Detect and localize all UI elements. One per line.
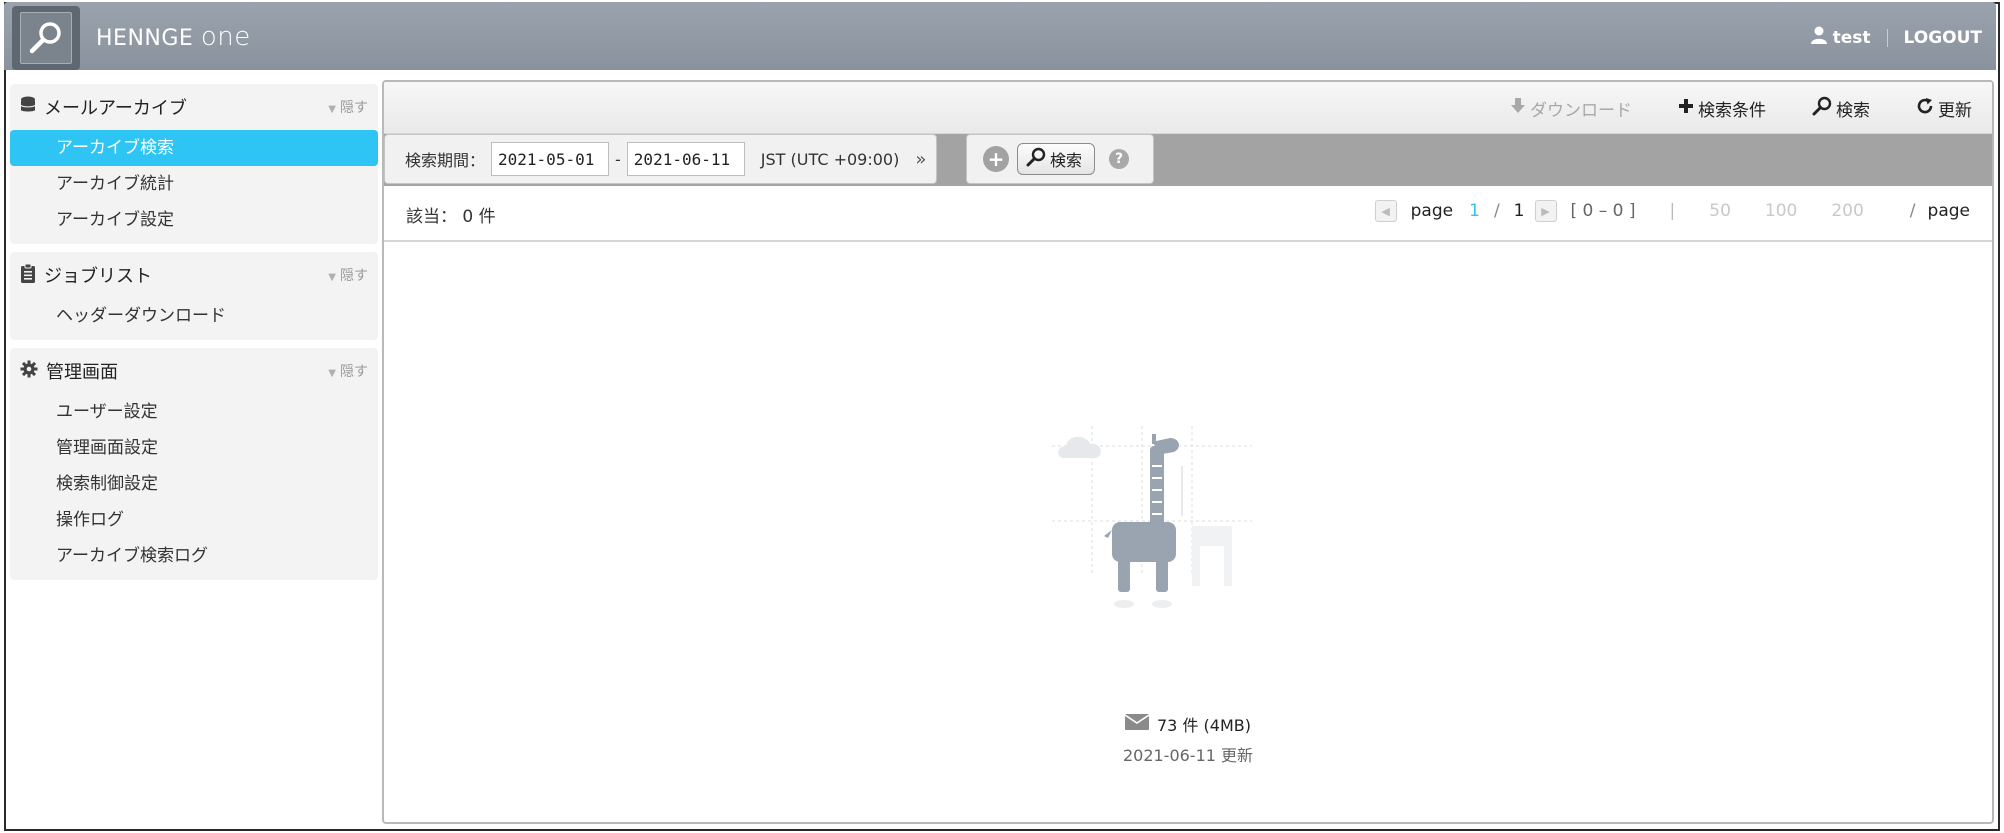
add-condition-icon[interactable]: + bbox=[983, 146, 1009, 172]
empty-state: 73 件 (4MB) 2021-06-11 更新 bbox=[384, 276, 1992, 822]
sidebar: メールアーカイブ ▼ 隠す アーカイブ検索 アーカイブ統計 アーカイブ設定 ジョブ… bbox=[10, 84, 378, 588]
refresh-button[interactable]: 更新 bbox=[1916, 96, 1972, 121]
search-conditions-button[interactable]: 検索条件 bbox=[1678, 96, 1766, 121]
archive-stats: 73 件 (4MB) 2021-06-11 更新 bbox=[384, 712, 1992, 766]
last-updated: 2021-06-11 更新 bbox=[1122, 746, 1254, 765]
giraffe-illustration bbox=[1052, 426, 1252, 608]
date-range-filter: 検索期間： - JST (UTC +09:00) » bbox=[384, 134, 938, 184]
hide-toggle[interactable]: ▼ 隠す bbox=[328, 97, 368, 117]
hide-toggle[interactable]: ▼ 隠す bbox=[328, 361, 368, 381]
expand-chevron-icon[interactable]: » bbox=[915, 149, 926, 170]
date-to-input[interactable] bbox=[626, 142, 745, 176]
magnifier-icon bbox=[20, 12, 72, 64]
brand-text: HENNGE bbox=[96, 26, 194, 51]
per-page-separator: / bbox=[1909, 201, 1916, 221]
search-icon bbox=[1026, 147, 1046, 171]
toolbar-actions: ダウンロード 検索条件 検索 更新 bbox=[1510, 96, 1972, 121]
header-divider bbox=[1886, 28, 1888, 47]
filter-search-button[interactable]: 検索 bbox=[1017, 143, 1096, 175]
search-controls: + 検索 ? bbox=[966, 134, 1154, 184]
result-count: 該当： 0 件 bbox=[406, 202, 496, 227]
gear-icon bbox=[20, 360, 38, 382]
pagination: ◀ page 1 / 1 ▶ [ 0 – 0 ] | 50 100 200 / … bbox=[1374, 200, 1970, 222]
toolbar: ダウンロード 検索条件 検索 更新 bbox=[384, 82, 1992, 134]
logout-link[interactable]: LOGOUT bbox=[1904, 28, 1982, 48]
per-page-200[interactable]: 200 bbox=[1831, 201, 1863, 221]
main-panel: ダウンロード 検索条件 検索 更新 検索期間： 2021-05-01 - 202… bbox=[382, 80, 1994, 824]
sidebar-item-archive-settings[interactable]: アーカイブ設定 bbox=[10, 202, 378, 238]
count-label: 該当： bbox=[406, 207, 457, 227]
date-from-input[interactable] bbox=[491, 142, 610, 176]
username[interactable]: test bbox=[1833, 28, 1871, 48]
page-label: page bbox=[1410, 201, 1454, 221]
brand-name: HENNGE one bbox=[96, 22, 251, 52]
next-page-icon[interactable]: ▶ bbox=[1534, 200, 1557, 222]
per-page-100[interactable]: 100 bbox=[1765, 201, 1797, 221]
search-button[interactable]: 検索 bbox=[1812, 96, 1870, 121]
section-title: メールアーカイブ bbox=[44, 98, 187, 119]
count-value: 0 件 bbox=[462, 207, 496, 227]
sidebar-section-admin: 管理画面 ▼ 隠す ユーザー設定 管理画面設定 検索制御設定 操作ログ アーカイブ… bbox=[10, 348, 378, 580]
database-icon bbox=[20, 96, 36, 118]
section-header: メールアーカイブ ▼ 隠す bbox=[10, 84, 378, 130]
mail-icon bbox=[1124, 714, 1150, 734]
download-button[interactable]: ダウンロード bbox=[1510, 96, 1632, 121]
sidebar-item-archive-stats[interactable]: アーカイブ統計 bbox=[10, 166, 378, 202]
page-separator: / bbox=[1493, 201, 1500, 221]
download-icon bbox=[1510, 97, 1526, 120]
timezone-label: JST (UTC +09:00) bbox=[760, 149, 900, 169]
sidebar-item-user-settings[interactable]: ユーザー設定 bbox=[10, 394, 378, 430]
per-page-label: page bbox=[1927, 201, 1970, 221]
sidebar-item-header-download[interactable]: ヘッダーダウンロード bbox=[10, 298, 378, 334]
app-logo[interactable] bbox=[12, 6, 80, 70]
sidebar-item-operation-log[interactable]: 操作ログ bbox=[10, 502, 378, 538]
section-title: ジョブリスト bbox=[44, 266, 152, 287]
section-header: ジョブリスト ▼ 隠す bbox=[10, 252, 378, 298]
user-icon bbox=[1810, 26, 1827, 49]
current-page[interactable]: 1 bbox=[1469, 201, 1480, 221]
mail-count: 73 件 (4MB) bbox=[1157, 716, 1251, 735]
sidebar-item-search-control[interactable]: 検索制御設定 bbox=[10, 466, 378, 502]
sidebar-section-mail-archive: メールアーカイブ ▼ 隠す アーカイブ検索 アーカイブ統計 アーカイブ設定 bbox=[10, 84, 378, 244]
per-page-50[interactable]: 50 bbox=[1709, 201, 1731, 221]
sidebar-item-admin-settings[interactable]: 管理画面設定 bbox=[10, 430, 378, 466]
user-area: test LOGOUT bbox=[1810, 26, 1982, 49]
prev-page-icon[interactable]: ◀ bbox=[1374, 200, 1397, 222]
total-pages: 1 bbox=[1513, 201, 1525, 221]
sidebar-item-archive-search-log[interactable]: アーカイブ検索ログ bbox=[10, 538, 378, 574]
app-header: HENNGE one test LOGOUT bbox=[4, 2, 1996, 70]
refresh-icon bbox=[1916, 97, 1934, 120]
help-icon[interactable]: ? bbox=[1109, 149, 1130, 169]
result-bar: 該当： 0 件 ◀ page 1 / 1 ▶ [ 0 – 0 ] | 50 10… bbox=[384, 186, 1992, 242]
sidebar-item-archive-search[interactable]: アーカイブ検索 bbox=[10, 130, 378, 166]
hide-toggle[interactable]: ▼ 隠す bbox=[328, 265, 368, 285]
sidebar-section-job-list: ジョブリスト ▼ 隠す ヘッダーダウンロード bbox=[10, 252, 378, 340]
section-title: 管理画面 bbox=[46, 362, 118, 383]
date-separator: - bbox=[615, 149, 621, 169]
period-label: 検索期間： bbox=[405, 151, 486, 170]
filter-bar: 検索期間： - JST (UTC +09:00) » + 検索 ? bbox=[384, 134, 1992, 186]
pager-divider: | bbox=[1669, 201, 1676, 221]
section-header: 管理画面 ▼ 隠す bbox=[10, 348, 378, 394]
plus-icon bbox=[1678, 98, 1694, 119]
brand-suffix: one bbox=[200, 22, 251, 52]
result-range: [ 0 – 0 ] bbox=[1570, 201, 1636, 221]
clipboard-icon bbox=[20, 263, 36, 287]
search-icon bbox=[1812, 96, 1832, 121]
